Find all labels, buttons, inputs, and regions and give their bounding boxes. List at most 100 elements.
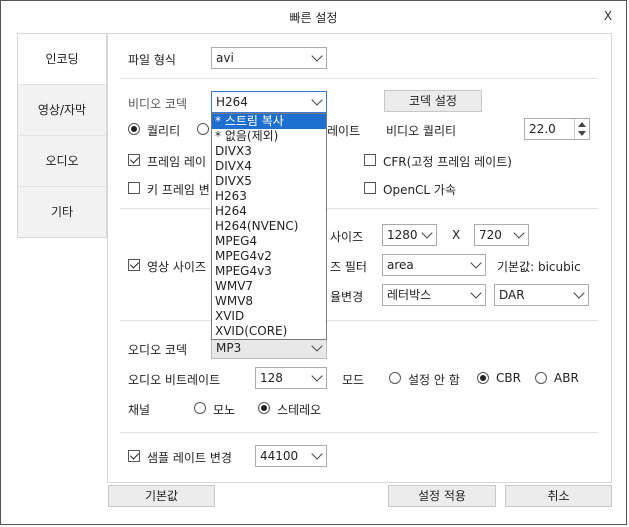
arrow-down-icon [578, 131, 586, 136]
codec-option[interactable]: H264 [212, 204, 326, 219]
aspect-mode-select[interactable]: 레터박스 [382, 284, 486, 306]
file-format-value: avi [216, 51, 234, 65]
tab-encoding[interactable]: 인코딩 [18, 34, 106, 85]
audio-bitrate-value: 128 [260, 371, 283, 385]
sample-rate-select[interactable]: 44100 [255, 445, 327, 467]
chevron-down-icon [311, 340, 323, 352]
resize-filter-value: area [387, 258, 414, 272]
resize-filter-select[interactable]: area [382, 254, 486, 276]
chevron-down-icon [421, 227, 433, 239]
file-format-label: 파일 형식 [128, 53, 176, 67]
mode-abr-radio[interactable] [535, 372, 547, 384]
chevron-down-icon [311, 448, 323, 460]
audio-codec-label: 오디오 코덱 [128, 343, 188, 357]
codec-option[interactable]: DIVX4 [212, 159, 326, 174]
chevron-down-icon [513, 227, 525, 239]
chevron-down-icon [470, 257, 482, 269]
mode-none-radio[interactable] [389, 372, 401, 384]
channel-mono-radio[interactable] [194, 402, 206, 414]
size-x-label: X [452, 228, 461, 242]
quality-radio[interactable] [128, 123, 140, 135]
video-codec-label: 비디오 코덱 [128, 97, 188, 111]
audio-bitrate-label: 오디오 비트레이트 [128, 373, 221, 387]
file-format-select[interactable]: avi [211, 47, 327, 69]
divider [120, 78, 598, 79]
codec-option[interactable]: MPEG4v3 [212, 264, 326, 279]
opencl-checkbox[interactable] [364, 182, 376, 194]
bitrate-radio[interactable] [197, 123, 209, 135]
video-quality-stepper[interactable]: 22.0 [524, 118, 590, 140]
aspect-mode-value: 레터박스 [387, 288, 432, 302]
chevron-down-icon [573, 287, 585, 299]
chevron-down-icon [470, 287, 482, 299]
apply-button[interactable]: 설정 적용 [388, 485, 496, 507]
tab-audio[interactable]: 오디오 [18, 136, 106, 187]
video-size-dims-label: 사이즈 [330, 230, 364, 244]
channel-mono-label: 모노 [213, 403, 236, 417]
frame-rate-label: 프레임 레이 [147, 155, 207, 169]
filter-default-note: 기본값: bicubic [497, 260, 581, 274]
default-button[interactable]: 기본값 [108, 485, 215, 507]
resize-filter-label: 즈 필터 [330, 260, 367, 274]
arrow-up-icon [578, 122, 586, 127]
mode-none-label: 설정 안 함 [408, 373, 460, 387]
aspect-type-select[interactable]: DAR [494, 284, 589, 306]
codec-option[interactable]: XVID [212, 309, 326, 324]
video-codec-select[interactable]: H264 [211, 91, 327, 113]
aspect-type-value: DAR [499, 288, 525, 302]
sample-rate-label: 샘플 레이트 변경 [147, 451, 232, 465]
cfr-checkbox[interactable] [364, 154, 376, 166]
tab-video-subtitle[interactable]: 영상/자막 [18, 85, 106, 136]
video-size-checkbox[interactable] [128, 259, 140, 271]
height-select[interactable]: 720 [474, 224, 529, 246]
sample-rate-value: 44100 [260, 449, 299, 463]
codec-option[interactable]: * 스트림 복사 [212, 114, 326, 129]
width-value: 1280 [387, 228, 418, 242]
video-quality-value: 22.0 [529, 122, 556, 136]
audio-codec-value: MP3 [216, 341, 242, 355]
codec-option[interactable]: DIVX5 [212, 174, 326, 189]
tab-other[interactable]: 기타 [18, 187, 106, 237]
channel-stereo-radio[interactable] [258, 402, 270, 414]
divider [120, 320, 598, 321]
keyframe-checkbox[interactable] [128, 182, 140, 194]
channel-label: 채널 [128, 403, 151, 417]
chevron-down-icon [311, 94, 323, 106]
video-quality-label: 비디오 퀄리티 [386, 124, 457, 138]
mode-abr-label: ABR [554, 371, 579, 385]
codec-option[interactable]: DIVX3 [212, 144, 326, 159]
audio-bitrate-select[interactable]: 128 [255, 367, 327, 389]
keyframe-label: 키 프레임 변 [147, 183, 210, 197]
mode-cbr-radio[interactable] [477, 372, 489, 384]
bitrate-radio-label-tail: 레이트 [327, 124, 361, 138]
category-tabs: 인코딩 영상/자막 오디오 기타 [17, 33, 107, 238]
codec-option[interactable]: H263 [212, 189, 326, 204]
audio-codec-select[interactable]: MP3 [211, 337, 327, 359]
frame-rate-checkbox[interactable] [128, 154, 140, 166]
cfr-label: CFR(고정 프레임 레이트) [383, 155, 512, 169]
codec-option[interactable]: MPEG4v2 [212, 249, 326, 264]
codec-option[interactable]: WMV7 [212, 279, 326, 294]
mode-cbr-label: CBR [496, 371, 521, 385]
window-title: 빠른 설정 [289, 11, 338, 25]
stepper-arrows[interactable] [574, 119, 589, 139]
codec-option[interactable]: * 없음(제외) [212, 129, 326, 144]
quality-radio-label: 퀄리티 [147, 124, 181, 138]
audio-mode-label: 모드 [342, 373, 365, 387]
codec-option[interactable]: WMV8 [212, 294, 326, 309]
channel-stereo-label: 스테레오 [277, 403, 322, 417]
divider [120, 208, 598, 209]
opencl-label: OpenCL 가속 [383, 183, 457, 197]
codec-option[interactable]: MPEG4 [212, 234, 326, 249]
width-select[interactable]: 1280 [382, 224, 437, 246]
codec-option[interactable]: H264(NVENC) [212, 219, 326, 234]
codec-settings-button[interactable]: 코덱 설정 [384, 90, 482, 112]
cancel-button[interactable]: 취소 [505, 485, 612, 507]
divider [120, 432, 598, 433]
close-button[interactable]: X [600, 8, 616, 24]
codec-option[interactable]: XVID(CORE) [212, 324, 326, 339]
sample-rate-checkbox[interactable] [128, 450, 140, 462]
height-value: 720 [479, 228, 502, 242]
video-codec-dropdown[interactable]: * 스트림 복사 * 없음(제외) DIVX3 DIVX4 DIVX5 H263… [211, 113, 327, 340]
title-bar: 빠른 설정 X [1, 1, 626, 31]
